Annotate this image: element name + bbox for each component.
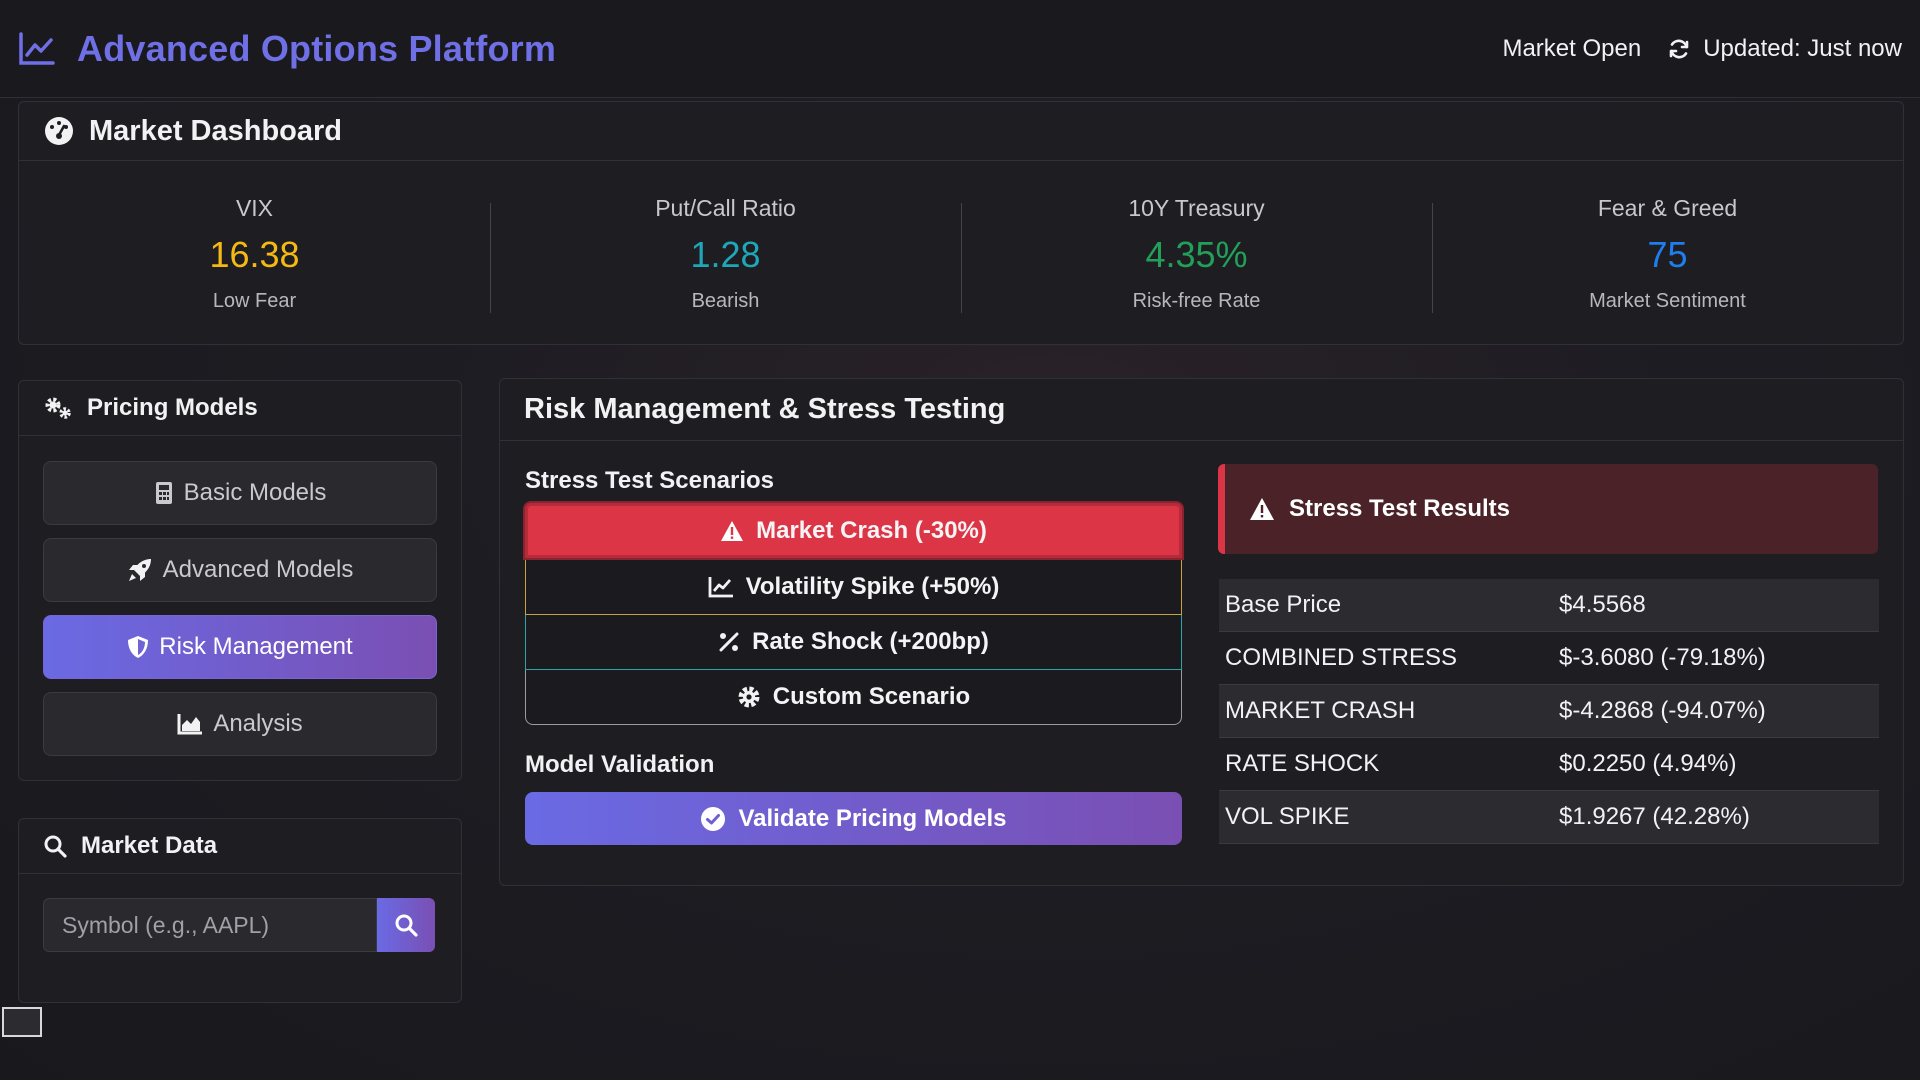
metric-value: 75	[1647, 233, 1688, 275]
validate-label: Validate Pricing Models	[738, 804, 1007, 832]
market-data-header: Market Data	[19, 819, 461, 874]
metric-label: Fear & Greed	[1597, 194, 1738, 221]
stress-results-alert: Stress Test Results	[1218, 464, 1878, 554]
line-chart-icon	[708, 577, 733, 598]
risk-title: Risk Management & Stress Testing	[524, 393, 1006, 425]
symbol-search-button[interactable]	[377, 898, 435, 952]
table-row: RATE SHOCK $0.2250 (4.94%)	[1219, 737, 1879, 791]
floating-toggle[interactable]	[2, 1007, 42, 1037]
result-name: MARKET CRASH	[1219, 684, 1559, 738]
symbol-input[interactable]	[43, 898, 377, 952]
basic-models-button[interactable]: Basic Models	[43, 461, 437, 525]
gear-icon	[738, 686, 760, 708]
scenario-label: Rate Shock (+200bp)	[752, 628, 989, 655]
result-value: $-3.6080 (-79.18%)	[1559, 631, 1879, 685]
metric-label: 10Y Treasury	[1128, 194, 1265, 221]
brand: Advanced Options Platform	[18, 28, 556, 70]
pricing-models-title: Pricing Models	[87, 394, 258, 421]
updated-text: Updated: Just now	[1703, 34, 1902, 62]
symbol-search	[43, 898, 435, 952]
metric-put-call: Put/Call Ratio 1.28 Bearish	[490, 193, 961, 313]
warning-icon	[1250, 498, 1274, 520]
dashboard-header: Market Dashboard	[19, 102, 1903, 161]
metric-sub: Risk-free Rate	[1132, 289, 1261, 312]
metrics-row: VIX 16.38 Low Fear Put/Call Ratio 1.28 B…	[19, 161, 1903, 344]
calculator-icon	[155, 482, 172, 504]
result-name: COMBINED STRESS	[1219, 631, 1559, 685]
results-title: Stress Test Results	[1289, 495, 1510, 522]
scenario-label: Market Crash (-30%)	[756, 516, 987, 544]
warning-icon	[721, 520, 744, 541]
advanced-models-button[interactable]: Advanced Models	[43, 538, 437, 602]
rate-shock-button[interactable]: Rate Shock (+200bp)	[525, 615, 1182, 670]
pricing-models-panel: Pricing Models Basic Models Advanced Mod…	[18, 380, 462, 781]
rocket-icon	[128, 559, 151, 581]
metric-treasury: 10Y Treasury 4.35% Risk-free Rate	[961, 193, 1432, 313]
dashboard-title: Market Dashboard	[89, 114, 343, 147]
metric-label: VIX	[235, 194, 274, 221]
metric-value: 16.38	[209, 233, 300, 275]
area-chart-icon	[177, 714, 203, 735]
nav-label: Analysis	[213, 710, 303, 737]
search-icon	[395, 914, 418, 937]
validation-label: Model Validation	[525, 751, 715, 778]
cogs-icon	[45, 397, 71, 419]
table-row: Base Price $4.5568	[1219, 579, 1879, 632]
metric-label: Put/Call Ratio	[655, 194, 796, 221]
custom-scenario-button[interactable]: Custom Scenario	[525, 670, 1182, 725]
metric-sub: Market Sentiment	[1589, 289, 1746, 312]
app-title: Advanced Options Platform	[77, 27, 557, 69]
risk-management-button[interactable]: Risk Management	[43, 615, 437, 679]
metric-value: 1.28	[690, 233, 761, 275]
volatility-spike-button[interactable]: Volatility Spike (+50%)	[525, 560, 1182, 615]
result-value: $0.2250 (4.94%)	[1559, 737, 1879, 791]
check-circle-icon	[701, 806, 726, 831]
metric-sub: Bearish	[691, 289, 760, 312]
risk-management-panel: Risk Management & Stress Testing Stress …	[499, 378, 1904, 886]
risk-header: Risk Management & Stress Testing	[500, 379, 1903, 441]
table-row: VOL SPIKE $1.9267 (42.28%)	[1219, 790, 1879, 844]
result-name: Base Price	[1219, 579, 1559, 632]
pricing-models-header: Pricing Models	[19, 381, 461, 436]
result-name: VOL SPIKE	[1219, 790, 1559, 844]
table-row: COMBINED STRESS $-3.6080 (-79.18%)	[1219, 631, 1879, 685]
metric-vix: VIX 16.38 Low Fear	[19, 193, 490, 313]
market-status: Market Open	[1502, 34, 1642, 62]
result-value: $1.9267 (42.28%)	[1559, 790, 1879, 844]
metric-value: 4.35%	[1145, 233, 1248, 275]
shield-icon	[128, 636, 149, 658]
nav-label: Risk Management	[159, 633, 353, 660]
validate-models-button[interactable]: Validate Pricing Models	[525, 792, 1182, 845]
analysis-button[interactable]: Analysis	[43, 692, 437, 756]
result-value: $4.5568	[1559, 579, 1879, 632]
market-data-panel: Market Data	[18, 818, 462, 1003]
scenario-label: Volatility Spike (+50%)	[745, 573, 1000, 600]
stress-results-table: Base Price $4.5568 COMBINED STRESS $-3.6…	[1219, 579, 1879, 844]
result-name: RATE SHOCK	[1219, 737, 1559, 791]
market-status-area: Market Open Updated: Just now	[1502, 35, 1902, 63]
metric-fear-greed: Fear & Greed 75 Market Sentiment	[1432, 193, 1903, 313]
search-icon	[44, 835, 67, 858]
refresh-icon[interactable]	[1667, 37, 1691, 61]
gauge-icon	[45, 117, 73, 145]
market-crash-button[interactable]: Market Crash (-30%)	[525, 503, 1182, 558]
scenarios-label: Stress Test Scenarios	[525, 467, 775, 494]
table-row: MARKET CRASH $-4.2868 (-94.07%)	[1219, 684, 1879, 738]
nav-label: Basic Models	[183, 479, 327, 506]
result-value: $-4.2868 (-94.07%)	[1559, 684, 1879, 738]
top-bar: Advanced Options Platform Market Open Up…	[0, 0, 1920, 98]
line-chart-icon	[19, 31, 55, 65]
scenario-label: Custom Scenario	[772, 683, 971, 710]
percent-icon	[719, 632, 739, 652]
nav-label: Advanced Models	[162, 556, 354, 583]
metric-sub: Low Fear	[212, 289, 297, 312]
market-data-title: Market Data	[81, 832, 218, 859]
market-dashboard: Market Dashboard VIX 16.38 Low Fear Put/…	[18, 101, 1904, 345]
